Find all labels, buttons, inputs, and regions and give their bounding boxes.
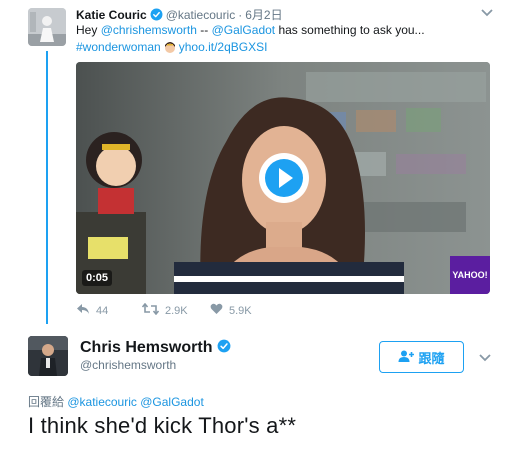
- follow-button-label: 跟隨: [418, 350, 445, 366]
- video-duration: 0:05: [82, 270, 113, 286]
- avatar[interactable]: [28, 336, 68, 376]
- mention-link[interactable]: @chrishemsworth: [101, 23, 197, 37]
- chevron-down-icon[interactable]: [478, 351, 492, 363]
- retweet-action[interactable]: 2.9K: [141, 302, 188, 318]
- heart-icon: [210, 303, 223, 318]
- mention-link[interactable]: @GalGadot: [212, 23, 276, 37]
- reply-tweet-text: I think she'd kick Thor's a**: [28, 413, 297, 438]
- video-player[interactable]: 0:05 YAHOO!: [76, 62, 490, 294]
- avatar[interactable]: [28, 8, 66, 46]
- reply-context: 回覆給 @katiecouric @GalGadot: [28, 393, 204, 410]
- chevron-down-icon[interactable]: [480, 6, 494, 18]
- play-button[interactable]: [259, 153, 309, 203]
- like-count: 5.9K: [229, 304, 252, 317]
- reply-icon: [76, 303, 90, 318]
- play-icon: [261, 155, 307, 201]
- author-name[interactable]: Katie Couric: [76, 8, 147, 22]
- tweet-text: Hey @chrishemsworth -- @GalGadot has som…: [76, 22, 496, 56]
- like-action[interactable]: 5.9K: [210, 303, 252, 318]
- wonder-woman-emoji-icon: [163, 40, 177, 54]
- mention-link[interactable]: @katiecouric: [67, 395, 137, 409]
- tweet-text-prefix: Hey: [76, 23, 101, 37]
- reply-to-prefix: 回覆給: [28, 395, 68, 409]
- reply-count: 44: [96, 304, 109, 317]
- follow-user-icon: [398, 350, 415, 365]
- author-handle[interactable]: @katiecouric: [166, 8, 236, 22]
- follow-button[interactable]: 跟隨: [379, 341, 464, 373]
- mention-link[interactable]: @GalGadot: [140, 395, 204, 409]
- tweet-text-mid: --: [196, 23, 212, 37]
- thread-connector-line: [46, 51, 48, 324]
- author-name: Chris Hemsworth: [80, 339, 231, 358]
- author-handle[interactable]: @chrishemsworth: [80, 358, 176, 372]
- tweet-timestamp[interactable]: 6月2日: [245, 8, 282, 22]
- hashtag-link[interactable]: #wonderwoman: [76, 40, 161, 54]
- verified-icon: [217, 339, 231, 358]
- url-link[interactable]: yhoo.it/2qBGXSI: [179, 40, 268, 54]
- retweet-count: 2.9K: [165, 304, 188, 317]
- separator: ·: [238, 8, 243, 22]
- retweet-icon: [141, 302, 160, 318]
- yahoo-logo: YAHOO!: [450, 256, 490, 294]
- reply-action[interactable]: 44: [76, 303, 108, 318]
- author-name-text[interactable]: Chris Hemsworth: [80, 339, 212, 356]
- tweet-text-suffix: has something to ask you...: [275, 23, 425, 37]
